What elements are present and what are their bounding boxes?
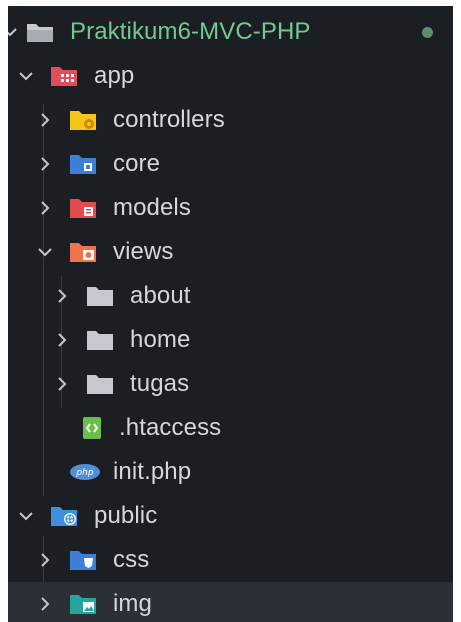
chevron-right-icon	[35, 110, 55, 130]
svg-text:php: php	[75, 468, 93, 478]
explorer-root-folder[interactable]: Praktikum6-MVC-PHP	[8, 10, 453, 54]
chevron-right-icon	[35, 154, 55, 174]
tree-item-label: models	[113, 194, 191, 221]
folder-icon	[86, 284, 114, 308]
chevron-right-icon	[35, 198, 55, 218]
tree-item-models[interactable]: models	[8, 186, 453, 230]
folder-icon	[86, 328, 114, 352]
tree-item-label: app	[94, 62, 135, 89]
img-folder-icon	[69, 592, 97, 616]
chevron-down-icon	[16, 506, 36, 526]
views-folder-icon	[69, 240, 97, 264]
htaccess-file-icon	[81, 416, 103, 440]
chevron-down-icon	[16, 66, 36, 86]
chevron-right-icon	[35, 594, 55, 614]
tree-item-about[interactable]: about	[8, 274, 453, 318]
file-explorer-tree: Praktikum6-MVC-PHP app controllers core	[8, 6, 453, 622]
chevron-down-icon	[8, 22, 20, 42]
git-status-dot	[422, 27, 433, 38]
models-folder-icon	[69, 196, 97, 220]
tree-item-img[interactable]: img	[8, 582, 453, 622]
tree-item-htaccess[interactable]: .htaccess	[8, 406, 453, 450]
tree-item-init-php[interactable]: php init.php	[8, 450, 453, 494]
chevron-right-icon	[35, 550, 55, 570]
core-folder-icon	[69, 152, 97, 176]
root-folder-icon	[26, 20, 54, 44]
tree-item-label: .htaccess	[119, 414, 222, 441]
tree-item-css[interactable]: css	[8, 538, 453, 582]
public-folder-icon	[50, 504, 78, 528]
tree-item-label: img	[113, 590, 152, 617]
controllers-folder-icon	[69, 108, 97, 132]
tree-item-label: views	[113, 238, 174, 265]
css-folder-icon	[69, 548, 97, 572]
tree-item-public[interactable]: public	[8, 494, 453, 538]
tree-item-app[interactable]: app	[8, 54, 453, 98]
tree-item-label: home	[130, 326, 191, 353]
php-file-icon: php	[69, 460, 101, 484]
tree-item-label: init.php	[113, 458, 192, 485]
chevron-down-icon	[35, 242, 55, 262]
tree-item-tugas[interactable]: tugas	[8, 362, 453, 406]
tree-item-label: about	[130, 282, 191, 309]
tree-item-controllers[interactable]: controllers	[8, 98, 453, 142]
chevron-right-icon	[52, 286, 72, 306]
chevron-right-icon	[52, 374, 72, 394]
app-folder-icon	[50, 64, 78, 88]
root-folder-label: Praktikum6-MVC-PHP	[70, 18, 311, 45]
tree-item-label: css	[113, 546, 150, 573]
tree-item-label: core	[113, 150, 161, 177]
tree-item-views[interactable]: views	[8, 230, 453, 274]
folder-icon	[86, 372, 114, 396]
tree-item-label: public	[94, 502, 158, 529]
tree-item-label: controllers	[113, 106, 225, 133]
tree-item-core[interactable]: core	[8, 142, 453, 186]
chevron-right-icon	[52, 330, 72, 350]
tree-item-label: tugas	[130, 370, 190, 397]
tree-item-home[interactable]: home	[8, 318, 453, 362]
